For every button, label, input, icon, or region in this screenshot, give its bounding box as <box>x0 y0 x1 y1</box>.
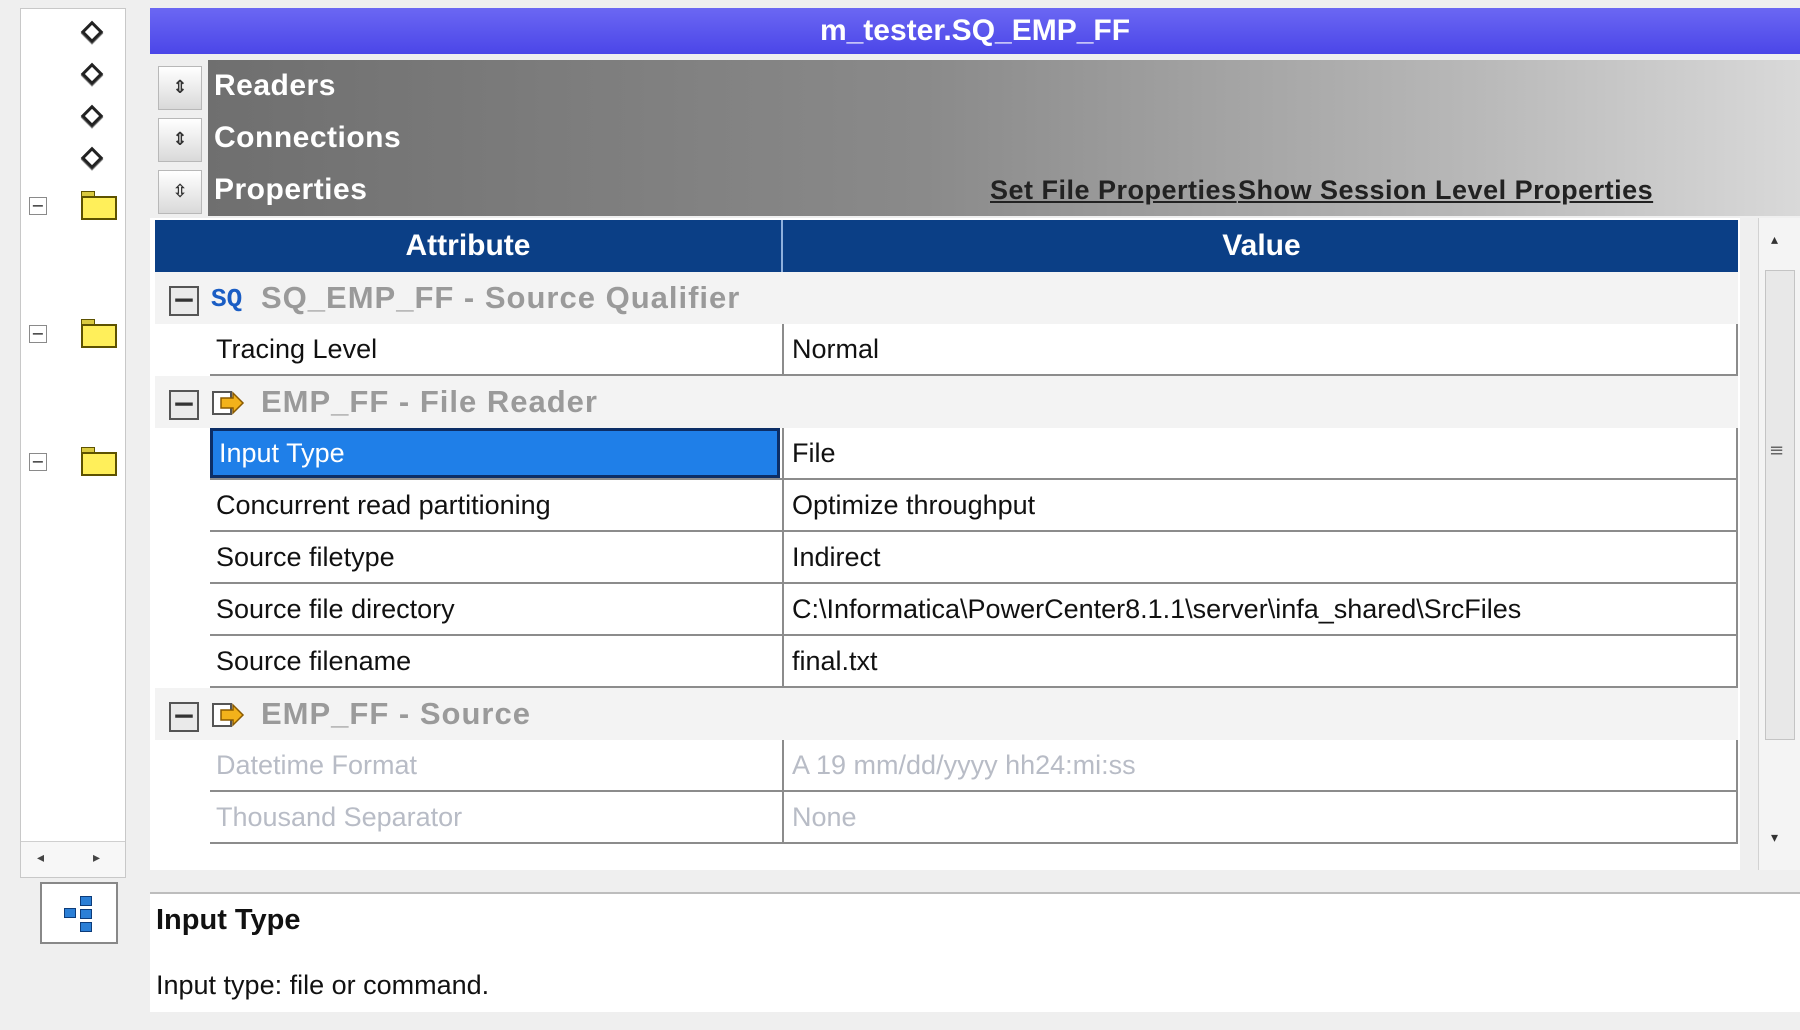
scroll-right-icon[interactable]: ▸ <box>93 850 100 866</box>
value-cell[interactable]: Indirect <box>782 532 1734 582</box>
folder-icon <box>81 191 117 221</box>
attribute-cell[interactable]: Source filetype <box>210 532 780 582</box>
attribute-cell[interactable]: Input Type <box>210 428 780 478</box>
collapse-icon[interactable]: − <box>29 197 47 215</box>
scrollbar-thumb[interactable] <box>1765 270 1795 740</box>
value-cell: None <box>782 792 1734 842</box>
group-source-qualifier: − SQ SQ_EMP_FF - Source Qualifier <box>155 272 1738 324</box>
mapping-icon <box>64 896 100 932</box>
value-cell[interactable]: Optimize throughput <box>782 480 1734 530</box>
table-row: Thousand Separator None <box>210 792 1738 844</box>
value-column-header[interactable]: Value <box>785 220 1738 272</box>
attribute-cell: Datetime Format <box>216 750 418 780</box>
expand-icon[interactable]: ⇕ <box>158 66 202 110</box>
expand-icon[interactable]: ⇕ <box>158 118 202 162</box>
attribute-column-header[interactable]: Attribute <box>155 220 783 272</box>
transformation-diamond-icon[interactable] <box>80 146 104 170</box>
value-cell[interactable]: C:\Informatica\PowerCenter8.1.1\server\i… <box>782 584 1734 634</box>
section-headers: ⇕ Readers ⇕ Connections ⇳ Properties Set… <box>150 58 1800 218</box>
window-title: m_tester.SQ_EMP_FF <box>150 8 1800 54</box>
table-row[interactable]: Input Type File <box>210 428 1738 480</box>
group-file-reader: − EMP_FF - File Reader <box>155 376 1738 428</box>
navigator-panel: − − − ◂ ▸ <box>20 8 126 878</box>
transformation-diamond-icon[interactable] <box>80 104 104 128</box>
section-properties-label: Properties Set File Properties Show Sess… <box>208 164 1800 216</box>
table-row[interactable]: Source filetype Indirect <box>210 532 1738 584</box>
collapse-icon[interactable]: − <box>29 325 47 343</box>
collapse-icon[interactable]: − <box>169 702 199 732</box>
value-cell[interactable]: File <box>782 428 1734 478</box>
section-connections[interactable]: ⇕ Connections <box>158 112 1800 164</box>
grip-icon: ≡ <box>1769 440 1785 461</box>
attribute-cell[interactable]: Tracing Level <box>210 324 780 374</box>
table-row[interactable]: Concurrent read partitioning Optimize th… <box>210 480 1738 532</box>
attribute-cell[interactable]: Source filename <box>210 636 780 686</box>
attribute-cell[interactable]: Source file directory <box>210 584 780 634</box>
source-icon <box>211 700 245 730</box>
collapse-icon[interactable]: − <box>169 286 199 316</box>
source-qualifier-icon: SQ <box>211 284 243 314</box>
horizontal-scrollbar[interactable]: ◂ ▸ <box>21 841 125 877</box>
section-connections-label: Connections <box>208 112 1800 164</box>
folder-icon <box>81 319 117 349</box>
show-session-level-properties-link[interactable]: Show Session Level Properties <box>1238 164 1653 216</box>
tree-folder-row[interactable]: − <box>29 445 119 479</box>
attribute-cell: Thousand Separator <box>216 802 463 832</box>
value-cell: A 19 mm/dd/yyyy hh24:mi:ss <box>782 740 1734 790</box>
table-row[interactable]: Source filename final.txt <box>210 636 1738 688</box>
value-cell[interactable]: Normal <box>782 324 1734 374</box>
table-row: Datetime Format A 19 mm/dd/yyyy hh24:mi:… <box>210 740 1738 792</box>
tree-folder-row[interactable]: − <box>29 189 119 223</box>
property-grid: Attribute Value − SQ SQ_EMP_FF - Source … <box>150 218 1740 870</box>
set-file-properties-link[interactable]: Set File Properties <box>990 164 1237 216</box>
group-label: EMP_FF - Source <box>261 696 531 731</box>
transformation-diamond-icon[interactable] <box>80 62 104 86</box>
section-readers-label: Readers <box>208 60 1800 112</box>
scroll-left-icon[interactable]: ◂ <box>37 850 44 866</box>
attribute-cell[interactable]: Concurrent read partitioning <box>210 480 780 530</box>
section-properties[interactable]: ⇳ Properties Set File Properties Show Se… <box>158 164 1800 216</box>
table-row[interactable]: Source file directory C:\Informatica\Pow… <box>210 584 1738 636</box>
description-panel: Input Type Input type: file or command. <box>150 892 1800 1012</box>
scroll-up-icon[interactable]: ▴ <box>1771 232 1778 248</box>
file-reader-icon <box>211 388 245 418</box>
group-source: − EMP_FF - Source <box>155 688 1738 740</box>
description-title: Input Type <box>156 904 301 936</box>
section-properties-title: Properties <box>214 173 368 206</box>
collapse-icon[interactable]: − <box>29 453 47 471</box>
description-text: Input type: file or command. <box>156 970 490 1000</box>
value-cell[interactable]: final.txt <box>782 636 1734 686</box>
scroll-down-icon[interactable]: ▾ <box>1771 830 1778 846</box>
collapse-icon[interactable]: ⇳ <box>158 170 202 214</box>
transformation-diamond-icon[interactable] <box>80 20 104 44</box>
collapse-icon[interactable]: − <box>169 390 199 420</box>
tree-folder-row[interactable]: − <box>29 317 119 351</box>
group-label: EMP_FF - File Reader <box>261 384 598 419</box>
section-readers[interactable]: ⇕ Readers <box>158 60 1800 112</box>
grid-header: Attribute Value <box>155 220 1738 272</box>
session-properties-window: − − − ◂ ▸ m_tester.SQ_EMP_FF ⇕ Readers ⇕… <box>0 0 1800 1030</box>
folder-icon <box>81 447 117 477</box>
mapping-view-button[interactable] <box>40 882 118 944</box>
table-row[interactable]: Tracing Level Normal <box>210 324 1738 376</box>
vertical-scrollbar[interactable]: ▴ ≡ ▾ <box>1758 218 1800 870</box>
group-label: SQ_EMP_FF - Source Qualifier <box>261 280 741 315</box>
